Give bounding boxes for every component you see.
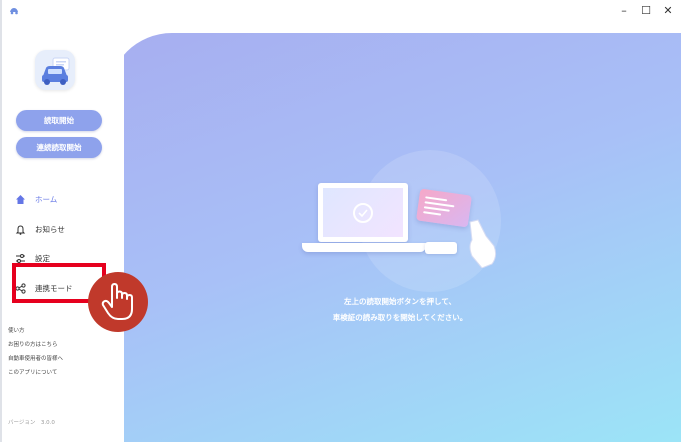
laptop-base [302, 243, 426, 252]
nav-item-home[interactable]: ホーム [10, 190, 110, 208]
link-how-to-use[interactable]: 使い方 [8, 326, 25, 334]
instruction-line-1: 左上の読取開始ボタンを押して、 [344, 297, 456, 306]
laptop-illustration [318, 183, 408, 242]
instruction-line-2: 車検証の読み取りを開始してください。 [332, 313, 468, 322]
title-bar: – ☐ ✕ [2, 0, 681, 20]
sidebar: 読取開始 連続読取開始 ホーム お知らせ 設定 連携モード 使い方 お困りの方は… [2, 20, 124, 442]
laptop-display [323, 188, 403, 237]
link-help[interactable]: お困りの方はこちら [8, 340, 58, 348]
check-icon [353, 203, 373, 223]
car-icon [42, 57, 70, 85]
nav-label-settings: 設定 [35, 253, 50, 263]
app-logo [35, 50, 75, 90]
pointer-hand-icon [101, 283, 133, 320]
close-button[interactable]: ✕ [657, 1, 679, 19]
bell-icon [13, 222, 27, 236]
continuous-read-button[interactable]: 連続読取開始 [16, 137, 102, 158]
nav-label-home: ホーム [35, 194, 58, 204]
hand-icon [469, 219, 497, 268]
start-read-button[interactable]: 読取開始 [16, 110, 102, 131]
link-about-app[interactable]: このアプリについて [8, 368, 57, 376]
version-text: バージョン 3.0.0 [8, 420, 55, 426]
minimize-button[interactable]: – [613, 1, 635, 19]
pointer-hand-indicator [88, 272, 148, 332]
link-for-car-users[interactable]: 自動車使用者の皆様へ [8, 354, 63, 362]
card-reader-illustration [425, 242, 457, 254]
maximize-button[interactable]: ☐ [635, 1, 657, 19]
app-icon [10, 8, 18, 15]
nav-item-notifications[interactable]: お知らせ [10, 220, 110, 238]
nav-label-notifications: お知らせ [35, 224, 65, 234]
app-window: – ☐ ✕ 読取開始 連続読取開始 ホーム お知らせ 設定 連携モード 使い方 … [2, 0, 681, 442]
home-icon [13, 192, 27, 206]
